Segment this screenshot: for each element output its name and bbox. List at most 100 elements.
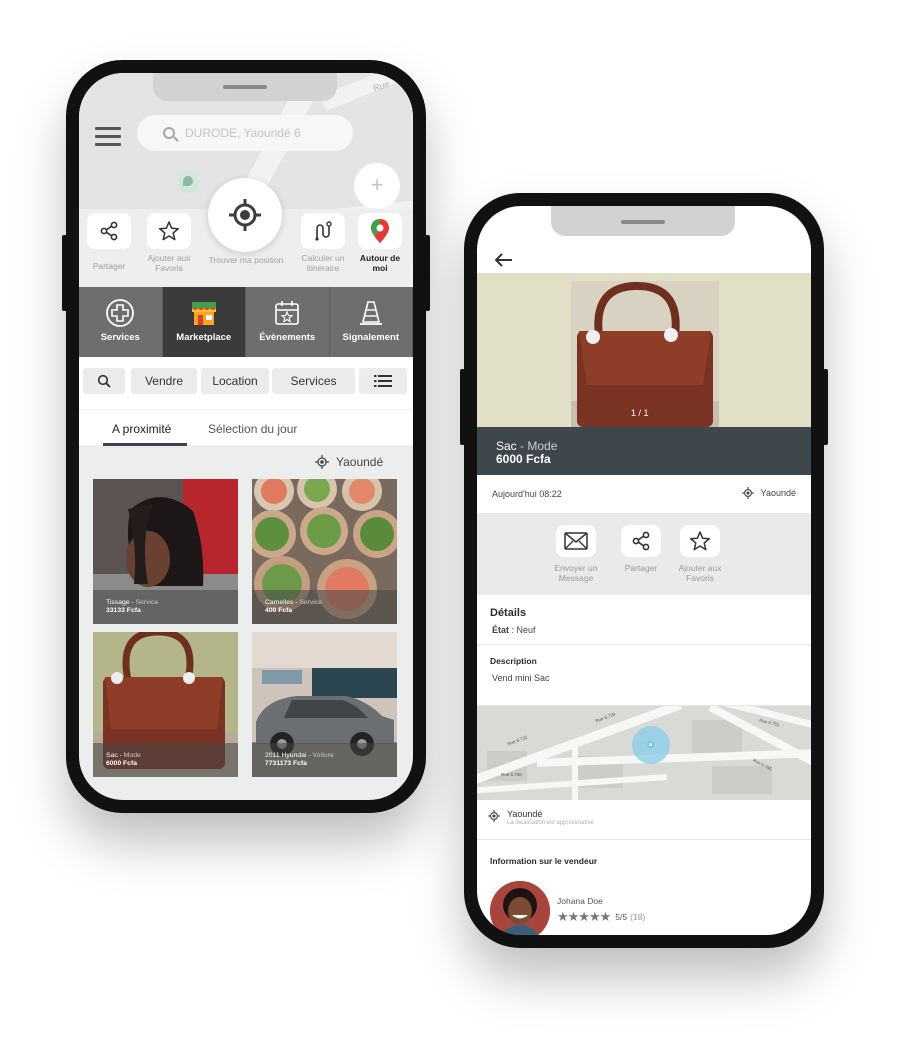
around-me-button[interactable]: Autour de moi — [355, 213, 405, 273]
location-pin-icon — [358, 213, 402, 249]
phone-right: 1 / 1 Sac - Mode 6000 Fcfa Aujourd'hui 0… — [460, 193, 828, 948]
filter-search-button[interactable] — [83, 368, 125, 394]
product-price: 7731173 Fcfa — [265, 760, 307, 767]
category-services[interactable]: Services — [79, 287, 163, 357]
filter-sell[interactable]: Vendre — [131, 368, 197, 394]
notch — [153, 73, 337, 101]
volume-button — [62, 235, 67, 311]
share-button[interactable]: Partager — [87, 213, 131, 271]
route-button[interactable]: Calculer un itinéraire — [295, 213, 351, 273]
favorites-button[interactable]: Ajouter aux Favoris — [671, 525, 729, 583]
product-card-car[interactable]: 2011 Hyundai - Voiture 7731173 Fcfa — [252, 632, 397, 777]
product-actions: Envoyer un Message Partager Ajouter aux … — [477, 513, 811, 595]
send-message-button[interactable]: Envoyer un Message — [547, 525, 605, 583]
details-title: Détails — [490, 607, 527, 619]
location-label: Yaoundé — [760, 488, 796, 498]
share-label: Partager — [92, 261, 126, 271]
product-price: 6000 Fcfa — [496, 452, 551, 466]
category-report[interactable]: Signalement — [329, 287, 413, 357]
back-arrow-icon[interactable] — [495, 253, 513, 267]
tab-bar: A proximité Sélection du jour — [79, 409, 413, 446]
share-button[interactable]: Partager — [618, 525, 664, 573]
shop-icon — [163, 298, 246, 328]
post-date: Aujourd'hui 08:22 — [492, 489, 562, 499]
product-card-hair[interactable]: Tissage - Service 33133 Fcfa — [93, 479, 238, 624]
product-name: Camelles — [265, 599, 294, 606]
plus-circle-icon — [79, 298, 162, 328]
tab-nearby[interactable]: A proximité — [112, 422, 171, 436]
power-button — [823, 369, 828, 445]
filter-services[interactable]: Services — [272, 368, 355, 394]
tab-daily-selection[interactable]: Sélection du jour — [208, 422, 297, 436]
product-photo: 1 / 1 — [571, 281, 719, 427]
product-category: Voiture — [312, 752, 334, 759]
locate-icon — [741, 487, 754, 499]
details-section: Détails État : Neuf — [477, 595, 811, 645]
category-marketplace[interactable]: Marketplace — [162, 287, 246, 357]
product-category: Mode — [123, 752, 141, 759]
filter-rent[interactable]: Location — [201, 368, 269, 394]
location-map[interactable]: Rue 6.729 Rue 6.732 Rue 6.730 Rue 6.745 … — [477, 706, 811, 800]
street-label: Rue 6.729 — [594, 711, 617, 724]
share-icon — [87, 213, 131, 249]
add-button[interactable]: + — [354, 163, 400, 209]
category-label: Signalement — [342, 332, 400, 343]
favorites-button[interactable]: Ajouter aux Favoris — [139, 213, 199, 273]
search-bar[interactable]: DURODE, Yaoundé 6 — [137, 115, 353, 151]
description-text: Vend mini Sac — [492, 673, 550, 683]
photo-gallery[interactable]: 1 / 1 — [477, 273, 811, 427]
product-caption: 2011 Hyundai - Voiture 7731173 Fcfa — [252, 743, 397, 777]
category-label: Marketplace — [176, 332, 232, 343]
list-view-button[interactable] — [359, 368, 407, 394]
menu-button[interactable] — [95, 127, 121, 147]
favorites-label: Ajouter aux Favoris — [678, 563, 722, 583]
product-detail-screen: 1 / 1 Sac - Mode 6000 Fcfa Aujourd'hui 0… — [477, 206, 811, 935]
search-icon — [163, 127, 175, 139]
photo-counter: 1 / 1 — [631, 408, 649, 418]
search-input[interactable]: DURODE, Yaoundé 6 — [185, 126, 301, 140]
map-location-info: Yaoundé La localisation est approximativ… — [477, 800, 811, 840]
category-events[interactable]: Évènements — [246, 287, 330, 357]
share-icon — [621, 525, 661, 557]
map-note: La localisation est approximative — [507, 820, 594, 826]
seller-section-title: Information sur le vendeur — [490, 856, 598, 866]
route-icon — [301, 213, 345, 249]
find-position-button[interactable] — [208, 178, 282, 252]
search-icon — [97, 374, 111, 388]
product-location: Yaoundé — [741, 487, 796, 499]
product-name: Tissage — [106, 599, 130, 606]
location-filter[interactable]: Yaoundé — [315, 455, 383, 469]
seller-avatar[interactable] — [490, 881, 550, 935]
product-price: 33133 Fcfa — [106, 607, 141, 614]
product-category: Mode — [527, 439, 558, 453]
calendar-star-icon — [246, 298, 329, 328]
product-price: 6000 Fcfa — [106, 760, 137, 767]
product-caption: Sac - Mode 6000 Fcfa — [93, 743, 238, 777]
details-state: État : Neuf — [492, 625, 536, 635]
street-label: Rue 6.732 — [506, 734, 529, 747]
state-label: État — [492, 625, 510, 635]
product-category: Service — [299, 599, 323, 606]
locate-icon — [315, 455, 329, 469]
phone-left: Rue DURODE, Yaoundé 6 + Partager Ajouter… — [62, 60, 430, 813]
description-title: Description — [490, 656, 537, 666]
around-me-label: Autour de moi — [359, 253, 401, 273]
notch — [551, 206, 735, 236]
product-caption: Tissage - Service 33133 Fcfa — [93, 590, 238, 624]
power-button — [425, 235, 430, 311]
find-position-label: Trouver ma position — [208, 255, 284, 265]
locate-icon — [488, 810, 500, 822]
share-label: Partager — [624, 563, 658, 573]
rating-score: 5/5 — [615, 912, 628, 922]
product-name: Sac — [106, 752, 118, 759]
description-section: Description Vend mini Sac — [477, 645, 811, 706]
category-bar: Services Marketplace Évènements Signalem… — [79, 287, 413, 357]
map-marker-icon[interactable] — [177, 171, 199, 193]
product-card-bag[interactable]: Sac - Mode 6000 Fcfa — [93, 632, 238, 777]
filter-bar: Vendre Location Services — [79, 357, 413, 409]
rating-count: (18) — [630, 912, 646, 922]
product-price: 400 Fcfa — [265, 607, 293, 614]
product-name: Sac — [496, 439, 517, 453]
product-card-food[interactable]: Camelles - Service 400 Fcfa — [252, 479, 397, 624]
active-tab-indicator — [103, 443, 187, 446]
